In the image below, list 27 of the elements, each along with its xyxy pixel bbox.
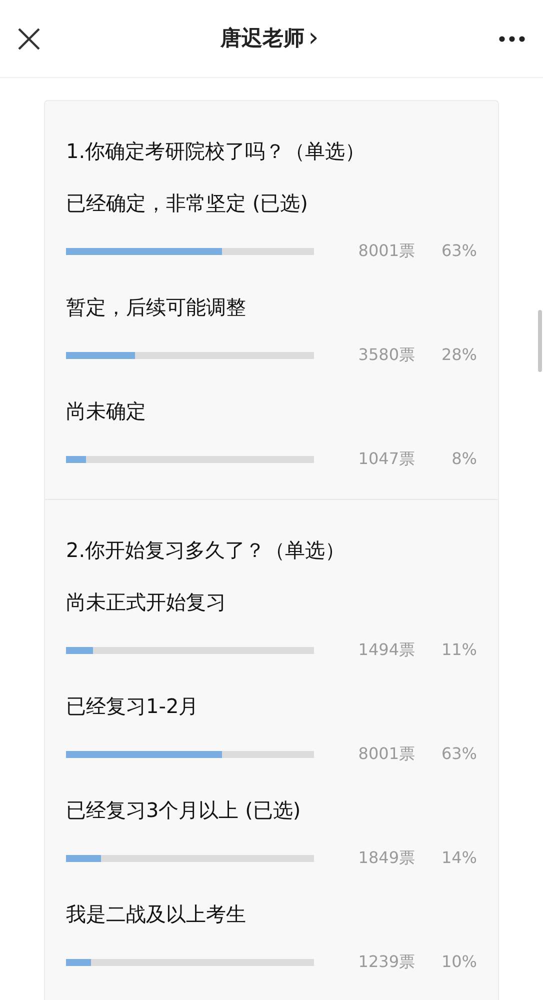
option-label: 尚未确定 — [66, 398, 146, 425]
vote-count: 1494票 — [358, 639, 415, 661]
vote-count: 8001票 — [358, 240, 415, 262]
vote-count: 1047票 — [358, 448, 415, 470]
option-label: 已经复习1-2月 — [66, 693, 199, 720]
vote-count: 3580票 — [358, 344, 415, 366]
option-label: 尚未正式开始复习 — [66, 589, 226, 616]
page-title[interactable]: 唐迟老师› — [220, 19, 319, 58]
vote-percent: 10% — [440, 951, 477, 973]
option-label: 已经确定，非常坚定 (已选) — [66, 190, 308, 217]
option-label: 已经复习3个月以上 (已选) — [66, 797, 301, 824]
scroll-bar — [538, 310, 542, 372]
vote-count: 1239票 — [358, 951, 415, 973]
vote-percent: 11% — [440, 639, 477, 661]
vote-percent: 28% — [440, 344, 477, 366]
vote-percent: 63% — [440, 240, 477, 262]
close-icon[interactable] — [18, 28, 40, 50]
vote-percent: 63% — [440, 743, 477, 765]
vote-percent: 14% — [440, 847, 477, 869]
option-label: 我是二战及以上考生 — [66, 901, 246, 928]
vote-count: 8001票 — [358, 743, 415, 765]
more-icon[interactable] — [499, 36, 525, 42]
option-label: 暂定，后续可能调整 — [66, 294, 246, 321]
question-title: 1.你确定考研院校了吗？（单选） — [65, 138, 366, 165]
question-title: 2.你开始复习多久了？（单选） — [65, 537, 346, 564]
vote-percent: 8% — [450, 448, 477, 470]
vote-count: 1849票 — [358, 847, 415, 869]
